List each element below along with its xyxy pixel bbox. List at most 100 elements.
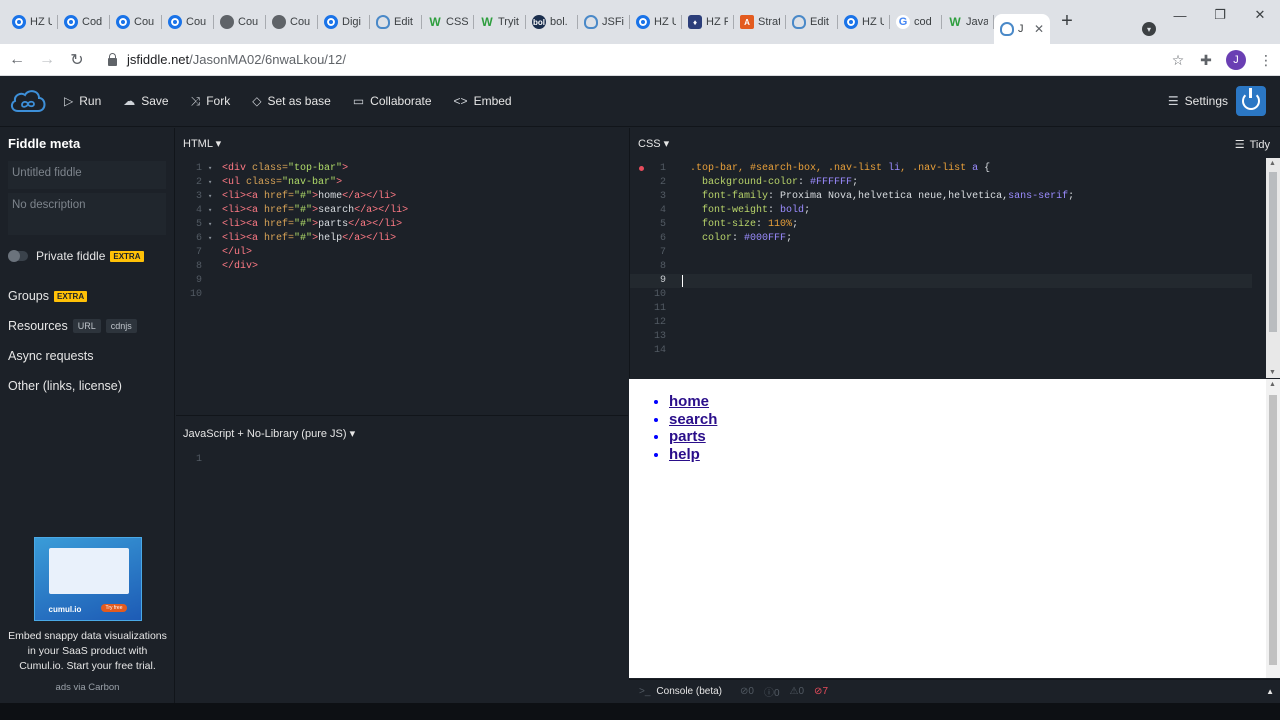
fiddle-title-input[interactable]: Untitled fiddle <box>8 161 166 189</box>
browser-tab[interactable]: A Strat <box>734 6 786 38</box>
browser-tab-label: Cou <box>290 16 311 28</box>
private-fiddle-toggle[interactable] <box>8 250 28 262</box>
extensions-icon[interactable]: ✚ <box>1192 52 1220 69</box>
url-badge[interactable]: URL <box>72 319 101 333</box>
html-language-dropdown[interactable]: HTML ▾ <box>183 137 221 150</box>
browser-tab[interactable]: HZ U <box>838 6 890 38</box>
browser-tab-label: J <box>1018 23 1024 35</box>
minimize-icon[interactable]: — <box>1160 0 1200 30</box>
scroll-down-icon[interactable]: ▼ <box>1269 369 1276 376</box>
nav-link-search[interactable]: search <box>669 411 717 428</box>
run-button[interactable]: ▷ Run <box>64 94 101 108</box>
css-language-dropdown[interactable]: CSS ▾ <box>638 137 669 150</box>
result-nav-list: home search parts help <box>669 393 717 463</box>
jsfiddle-logo-icon[interactable] <box>8 87 48 115</box>
close-window-icon[interactable]: ✕ <box>1240 0 1280 30</box>
fork-button[interactable]: ⤨ Fork <box>191 94 231 109</box>
private-fiddle-row: Private fiddle EXTRA <box>0 239 174 273</box>
console-label[interactable]: Console (beta) <box>656 686 722 697</box>
browser-tab[interactable]: bol bol. <box>526 6 578 38</box>
nav-link-home[interactable]: home <box>669 393 709 410</box>
console-bar[interactable]: >_ Console (beta) ⊘0 ⓘ0 ⚠0 ⊘7 ▲ <box>629 679 1280 703</box>
address-bar[interactable]: jsfiddle.net/JasonMA02/6nwaLkou/12/ <box>98 47 1198 73</box>
bol-icon: bol <box>532 15 546 29</box>
browser-tab[interactable]: J ✕ <box>994 14 1050 44</box>
settings-button[interactable]: ☰ Settings <box>1168 94 1228 108</box>
js-editor-panel[interactable]: JavaScript + No-Library (pure JS) ▾ 1 <box>176 415 628 720</box>
browser-tab[interactable]: Edit <box>786 6 838 38</box>
result-panel[interactable]: home search parts help ▲ <box>629 379 1280 678</box>
google-icon: G <box>896 15 910 29</box>
carbon-ad[interactable]: cumul.io Try free Embed snappy data visu… <box>0 528 175 693</box>
browser-tab[interactable]: Cou <box>110 6 162 38</box>
js-code[interactable]: 1 <box>182 453 208 467</box>
scroll-up-icon[interactable]: ▲ <box>1269 381 1276 388</box>
profile-avatar[interactable]: J <box>1226 50 1246 70</box>
code-line: 2 background-color: #FFFFFF; <box>659 177 859 188</box>
embed-button[interactable]: <> Embed <box>454 94 512 108</box>
chat-icon: ▭ <box>352 94 365 108</box>
close-tab-icon[interactable]: ✕ <box>1034 22 1044 36</box>
fork-label: Fork <box>206 94 231 108</box>
w-icon: W <box>481 15 493 29</box>
html-editor-panel[interactable]: HTML ▾ 1 ▾ <div class="top-bar"> 2 ▾ <ul c… <box>176 128 628 414</box>
tab-search-icon[interactable]: ▾ <box>1142 22 1156 36</box>
save-button[interactable]: ☁ Save <box>123 94 168 108</box>
html-code[interactable]: 1 ▾ <div class="top-bar"> 2 ▾ <ul class="n… <box>182 162 408 302</box>
css-scrollbar-thumb[interactable] <box>1269 172 1277 332</box>
ad-via-carbon[interactable]: ads via Carbon <box>0 682 175 693</box>
browser-tab[interactable]: HZ U <box>6 6 58 38</box>
browser-tab[interactable]: Edit <box>370 6 422 38</box>
list-item: home <box>669 393 717 411</box>
browser-tab[interactable]: Cou <box>266 6 318 38</box>
browser-tab-label: HZ U <box>862 16 884 28</box>
lint-error-dot-icon[interactable] <box>639 166 644 171</box>
browser-tab[interactable]: ♦ HZ F <box>682 6 734 38</box>
forward-arrow-icon[interactable]: → <box>34 47 60 73</box>
new-tab-plus-icon[interactable]: + <box>1050 6 1084 36</box>
browser-tab[interactable]: HZ U <box>630 6 682 38</box>
bookmark-star-icon[interactable]: ☆ <box>1164 52 1192 69</box>
url-path: /JasonMA02/6nwaLkou/12/ <box>189 52 346 67</box>
result-scrollbar-thumb[interactable] <box>1269 395 1277 665</box>
css-code[interactable]: 1 .top-bar, #search-box, .nav-list li, .… <box>646 162 1074 358</box>
groups-section[interactable]: Groups EXTRA <box>0 281 174 311</box>
browser-tab[interactable]: Gcod <box>890 6 942 38</box>
code-brackets-icon: <> <box>453 94 468 108</box>
browser-tab[interactable]: W CSS <box>422 6 474 38</box>
nav-link-help[interactable]: help <box>669 446 700 463</box>
async-requests-section[interactable]: Async requests <box>0 341 174 371</box>
nav-link-parts[interactable]: parts <box>669 428 706 445</box>
code-line: 5 ▾ <li><a href="#">parts</a></li> <box>195 219 403 230</box>
tag-icon: ◇ <box>252 94 262 108</box>
browser-tab[interactable]: W Java <box>942 6 994 38</box>
browser-tab[interactable]: Digi <box>318 6 370 38</box>
resources-section[interactable]: Resources URL cdnjs <box>0 311 174 341</box>
reload-icon[interactable]: ↻ <box>64 47 90 73</box>
browser-tab[interactable]: JSFi <box>578 6 630 38</box>
tidy-button[interactable]: ☰ Tidy <box>1235 138 1270 152</box>
back-arrow-icon[interactable]: ← <box>4 47 30 73</box>
set-as-base-button[interactable]: ◇ Set as base <box>252 94 331 108</box>
browser-tab[interactable]: Cou <box>214 6 266 38</box>
css-editor-panel[interactable]: CSS ▾ ☰ Tidy 1 .top-bar, #search-box, .na… <box>629 128 1280 378</box>
fiddle-description-input[interactable]: No description <box>8 193 166 235</box>
browser-tab[interactable]: Cod <box>58 6 110 38</box>
login-power-button[interactable] <box>1236 86 1266 116</box>
scroll-up-icon[interactable]: ▲ <box>1269 160 1276 167</box>
browser-tab[interactable]: W Tryit <box>474 6 526 38</box>
browser-tab-label: Cou <box>134 16 155 28</box>
css-scrollbar[interactable]: ▲ ▼ <box>1266 158 1280 378</box>
result-scrollbar[interactable]: ▲ <box>1266 379 1280 678</box>
cdnjs-badge[interactable]: cdnjs <box>105 319 137 333</box>
browser-tab[interactable]: Cou <box>162 6 214 38</box>
console-expand-icon[interactable]: ▲ <box>1266 687 1274 696</box>
chrome-menu-icon[interactable]: ⋮ <box>1252 52 1280 69</box>
ad-image[interactable]: cumul.io Try free <box>33 537 142 621</box>
fiddle-meta-title: Fiddle meta <box>8 136 81 151</box>
collaborate-button[interactable]: ▭ Collaborate <box>353 94 432 108</box>
maximize-icon[interactable]: ❐ <box>1200 0 1240 30</box>
ad-text[interactable]: Embed snappy data visualizations in your… <box>0 629 175 674</box>
other-section[interactable]: Other (links, license) <box>0 371 174 401</box>
js-language-dropdown[interactable]: JavaScript + No-Library (pure JS) ▾ <box>183 427 355 440</box>
